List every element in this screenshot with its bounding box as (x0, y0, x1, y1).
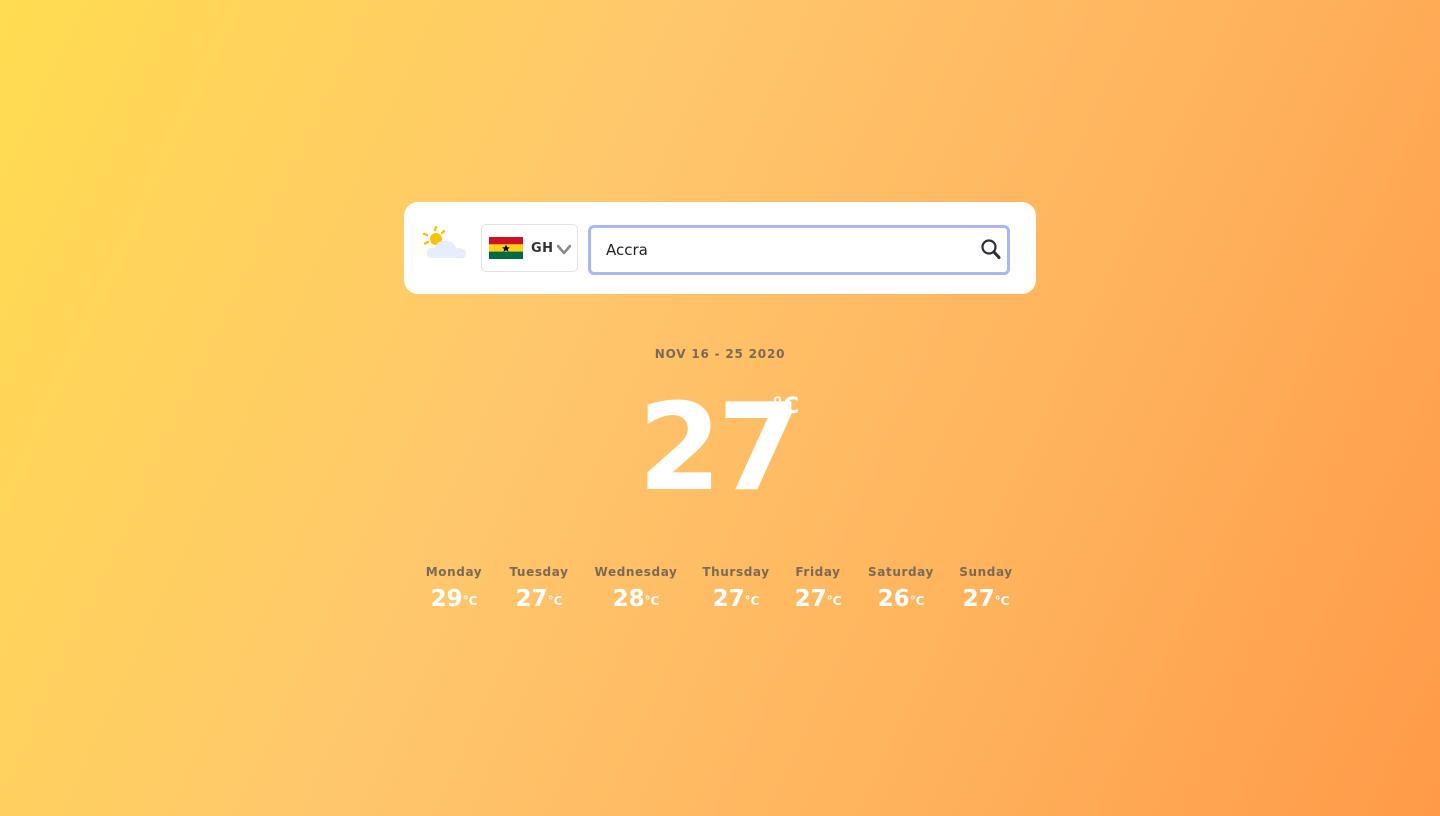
day-temperature-unit: °C (744, 594, 760, 608)
day-temperature-unit: °C (909, 594, 925, 608)
day-name: Sunday (959, 565, 1013, 579)
country-select[interactable]: GH (481, 224, 578, 272)
day-temperature-unit: °C (547, 594, 563, 608)
search-icon[interactable] (980, 238, 1002, 260)
day-temperature-unit: °C (644, 594, 660, 608)
search-card: GH (404, 202, 1036, 294)
day-temperature: 28°C (581, 585, 691, 613)
country-code: GH (531, 241, 554, 256)
day-temperature-value: 28 (612, 586, 645, 612)
day-temperature-value: 27 (794, 586, 827, 612)
day-temperature-value: 27 (712, 586, 745, 612)
forecast-day-tuesday: Tuesday 27°C (484, 565, 594, 613)
day-temperature: 27°C (484, 585, 594, 613)
forecast-day-sunday: Sunday 27°C (931, 565, 1041, 613)
search-input[interactable] (606, 238, 966, 262)
day-temperature: 27°C (931, 585, 1041, 613)
date-range: NOV 16 - 25 2020 (654, 347, 786, 361)
day-temperature-value: 29 (430, 586, 463, 612)
search-field[interactable] (588, 225, 1010, 275)
day-temperature-unit: °C (462, 594, 478, 608)
day-name: Wednesday (594, 565, 678, 579)
day-temperature-value: 26 (877, 586, 910, 612)
chevron-down-icon[interactable] (556, 241, 572, 255)
day-temperature-unit: °C (826, 594, 842, 608)
day-name: Tuesday (509, 565, 569, 579)
day-temperature-value: 27 (962, 586, 995, 612)
day-temperature-value: 27 (515, 586, 548, 612)
current-temperature: 27 °C (638, 384, 801, 514)
sun-behind-cloud-icon (422, 225, 470, 262)
ghana-flag-icon (489, 237, 523, 259)
day-temperature-unit: °C (994, 594, 1010, 608)
current-temperature-unit: °C (772, 394, 800, 419)
forecast-day-wednesday: Wednesday 28°C (581, 565, 691, 613)
